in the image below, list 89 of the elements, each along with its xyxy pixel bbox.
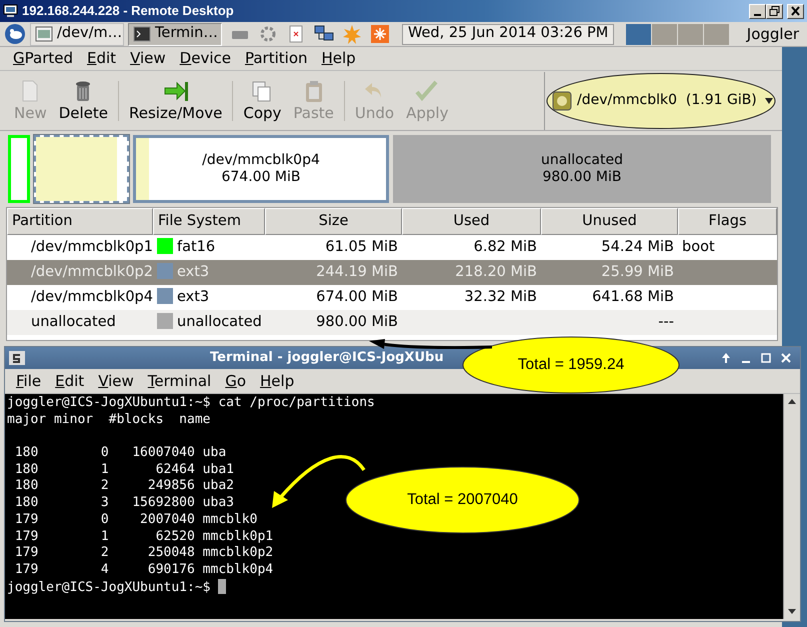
terminal-line: 180 0 16007040 uba bbox=[14, 445, 226, 462]
table-cell: boot bbox=[682, 238, 715, 255]
partition-segment[interactable]: /dev/mmcblk0p4 674.00 MiB bbox=[133, 135, 389, 203]
restore-button[interactable] bbox=[766, 4, 783, 18]
table-cell: 32.32 MiB bbox=[464, 288, 537, 305]
window-icon bbox=[35, 26, 53, 42]
column-header[interactable]: Unused bbox=[541, 208, 678, 235]
gear-icon[interactable] bbox=[258, 24, 278, 44]
terminal-line: 179 1 62520 mmcblk0p1 bbox=[14, 528, 274, 546]
scrollbar[interactable] bbox=[783, 394, 800, 619]
callout-text: Total = 2007040 bbox=[407, 490, 518, 510]
maximize-icon[interactable] bbox=[760, 352, 772, 364]
table-cell: 980.00 MiB bbox=[316, 314, 398, 330]
taskbar-button[interactable]: /dev/m… bbox=[30, 22, 124, 46]
menu-item[interactable]: Edit bbox=[48, 370, 92, 392]
table-cell: --- bbox=[658, 314, 674, 330]
table-cell: ext3 bbox=[177, 264, 210, 280]
start-menu-icon[interactable] bbox=[4, 23, 26, 45]
toolbar-button[interactable]: Delete bbox=[52, 79, 114, 122]
column-header[interactable]: Flags bbox=[678, 208, 777, 235]
toolbar-button[interactable]: Resize/Move bbox=[123, 79, 228, 122]
menu-item[interactable]: Terminal bbox=[140, 370, 218, 392]
window-title: 192.168.244.228 - Remote Desktop bbox=[22, 2, 234, 20]
table-row[interactable]: /dev/mmcblk0p4 ext3 674.00 MiB 32.32 MiB 641.68 MiB bbox=[7, 285, 777, 310]
menu-item[interactable]: View bbox=[123, 47, 173, 70]
table-cell: 218.20 MiB bbox=[455, 264, 537, 280]
table-cell: 54.24 MiB bbox=[601, 238, 674, 255]
sparkle-icon[interactable] bbox=[370, 24, 390, 44]
toolbar-button[interactable]: Copy bbox=[237, 79, 288, 122]
partition-segment[interactable]: unallocated 980.00 MiB bbox=[393, 135, 771, 203]
minimize-icon bbox=[754, 14, 761, 16]
partition-segment[interactable] bbox=[34, 135, 129, 203]
close-icon bbox=[789, 5, 802, 17]
table-cell: 6.82 MiB bbox=[474, 238, 537, 255]
terminal-line: major minor #blocks name bbox=[7, 412, 210, 429]
terminal-icon bbox=[133, 26, 151, 42]
terminal-line: joggler@ICS-JogXUbuntu1:~$ bbox=[7, 578, 226, 596]
close-button[interactable] bbox=[787, 4, 804, 18]
terminal-line: 179 4 690176 mmcblk0p4 bbox=[14, 562, 274, 579]
workspace-button[interactable] bbox=[626, 24, 652, 44]
terminal-line: 180 2 249856 uba2 bbox=[14, 478, 234, 496]
table-row[interactable]: unallocated unallocated 980.00 MiB --- bbox=[7, 310, 777, 335]
table-row[interactable]: /dev/mmcblk0p1 fat16 61.05 MiB 6.82 MiB 54.24 MiB boot bbox=[7, 235, 777, 260]
menu-item[interactable]: View bbox=[91, 370, 141, 392]
table-cell: 641.68 MiB bbox=[592, 288, 674, 305]
drive-icon bbox=[551, 90, 573, 112]
menu-item[interactable]: Help bbox=[314, 47, 363, 70]
table-cell: 244.19 MiB bbox=[316, 264, 398, 280]
menu-item[interactable]: File bbox=[9, 370, 48, 392]
column-header[interactable]: Used bbox=[402, 208, 541, 235]
menu-item[interactable]: Help bbox=[253, 370, 302, 392]
terminal-line: 179 0 2007040 mmcblk0 bbox=[14, 512, 258, 529]
caret-icon bbox=[764, 96, 774, 104]
terminal-line: 180 1 62464 uba1 bbox=[14, 462, 234, 478]
column-header[interactable]: Partition bbox=[7, 208, 153, 235]
computer-icon bbox=[3, 4, 18, 18]
table-cell: /dev/mmcblk0p4 bbox=[31, 288, 153, 305]
text-cursor bbox=[218, 578, 226, 594]
user-name: Joggler bbox=[746, 24, 799, 45]
close-icon[interactable] bbox=[780, 352, 792, 364]
table-cell: 25.99 MiB bbox=[601, 264, 674, 280]
minimize-button[interactable] bbox=[749, 4, 766, 18]
device-dropdown[interactable]: /dev/mmcblk0 (1.91 GiB) bbox=[545, 72, 776, 130]
menu-item[interactable]: Go bbox=[218, 370, 254, 392]
table-cell: /dev/mmcblk0p2 bbox=[31, 264, 153, 280]
menu-item[interactable]: Partition bbox=[238, 47, 314, 70]
menu-item[interactable]: Device bbox=[172, 47, 238, 70]
restore-icon bbox=[768, 5, 781, 17]
terminal-line: 180 3 15692800 uba3 bbox=[14, 495, 234, 512]
callout-text: Total = 1959.24 bbox=[518, 355, 624, 376]
raise-window-icon[interactable] bbox=[720, 352, 732, 364]
table-cell: 674.00 MiB bbox=[316, 288, 398, 305]
clock: Wed, 25 Jun 2014 03:26 PM bbox=[402, 24, 614, 44]
terminal-line: 179 2 250048 mmcblk0p2 bbox=[14, 545, 274, 562]
table-cell: /dev/mmcblk0p1 bbox=[31, 238, 153, 255]
menu-item[interactable]: Edit bbox=[80, 47, 124, 70]
window-title: Terminal - joggler@ICS-JogXUbu bbox=[210, 349, 444, 368]
column-header[interactable]: File System bbox=[153, 208, 265, 235]
column-header[interactable]: Size bbox=[265, 208, 402, 235]
starburst-icon[interactable] bbox=[342, 24, 362, 44]
table-cell: ext3 bbox=[177, 288, 210, 305]
menu-item[interactable]: GParted bbox=[6, 47, 80, 70]
table-cell: unallocated bbox=[177, 314, 262, 330]
terminal-line: joggler@ICS-JogXUbuntu1:~$ cat /proc/partitions bbox=[7, 395, 375, 412]
table-cell: 61.05 MiB bbox=[325, 238, 398, 255]
terminal-icon bbox=[9, 351, 25, 365]
table-cell: unallocated bbox=[31, 314, 116, 330]
taskbar-button[interactable]: Termin… bbox=[128, 22, 222, 46]
table-cell: fat16 bbox=[177, 238, 216, 255]
